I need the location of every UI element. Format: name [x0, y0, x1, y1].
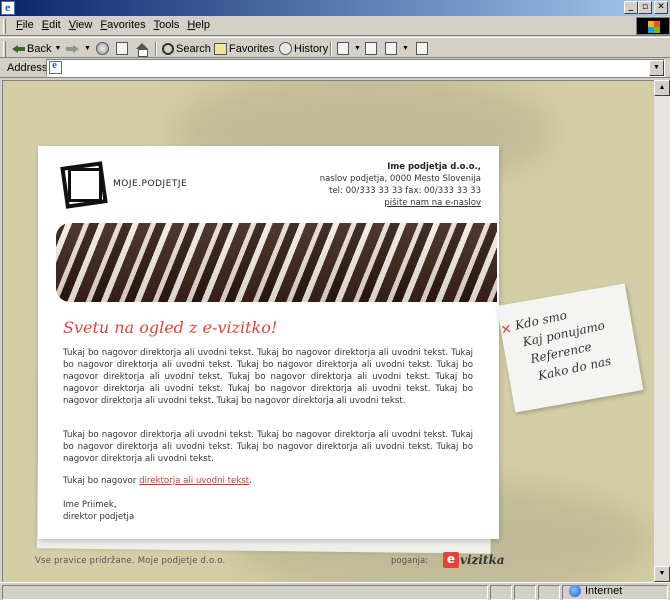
close-button[interactable]: ✕ [654, 1, 668, 14]
para-text: Tukaj bo nagovor [63, 476, 140, 486]
menu-view[interactable]: View [67, 19, 99, 32]
minimize-button[interactable]: _ [624, 1, 638, 14]
toolbar-separator [330, 41, 332, 56]
company-address: naslov podjetja, 0000 Mesto Slovenija [319, 174, 481, 184]
toolbar-grip[interactable] [3, 41, 6, 57]
forward-button[interactable]: ▼ [66, 40, 91, 57]
menu-help[interactable]: Help [185, 19, 216, 32]
refresh-icon [116, 42, 128, 55]
menu-bar: File Edit View Favorites Tools Help [0, 16, 670, 36]
web-page: MOJE.PODJETJE Ime podjetja d.o.o., naslo… [2, 80, 654, 582]
address-bar: Address ▼ [0, 58, 670, 78]
back-button[interactable]: Back ▼ [12, 40, 61, 57]
back-dropdown-icon[interactable]: ▼ [54, 45, 61, 52]
email-link[interactable]: pišite nam na e-naslov [320, 197, 481, 209]
address-dropdown-icon[interactable]: ▼ [649, 60, 664, 76]
menu-edit[interactable]: Edit [40, 19, 67, 32]
company-phones: tel: 00/333 33 33 fax: 00/333 33 33 [329, 186, 481, 196]
page-icon [49, 59, 62, 74]
status-bar: Internet [0, 582, 670, 600]
edit-button[interactable]: ▼ [385, 40, 409, 57]
zone-label: Internet [585, 585, 623, 597]
search-icon [162, 42, 174, 55]
toolbar-separator [155, 41, 157, 56]
evizitka-logo[interactable]: e vizitka [443, 551, 505, 569]
status-panel [514, 585, 536, 600]
intro-paragraph: Tukaj bo nagovor direktorja ali uvodni t… [63, 430, 473, 464]
forward-dropdown-icon[interactable]: ▼ [84, 45, 91, 52]
evizitka-e-icon: e [443, 552, 459, 568]
para-text: . [249, 476, 252, 486]
scroll-down-icon[interactable]: ▼ [654, 566, 670, 582]
signature: Ime Priimek, direktor podjetja [63, 499, 134, 523]
menu-grip[interactable] [3, 19, 6, 34]
nav-note: ✕ Kdo smo Kaj ponujamo Reference Kako do… [496, 283, 644, 413]
discuss-button[interactable] [416, 40, 430, 57]
print-button[interactable] [365, 40, 379, 57]
powered-by-label: poganja: [391, 556, 429, 566]
stop-button[interactable] [96, 40, 111, 57]
status-panel [490, 585, 512, 600]
close-x-icon: ✕ [499, 321, 514, 339]
mail-button[interactable]: ▼ [337, 40, 361, 57]
history-button[interactable]: History [279, 40, 328, 57]
mail-icon [337, 42, 349, 55]
intro-paragraph: Tukaj bo nagovor direktorja ali uvodni t… [63, 475, 473, 487]
stop-icon [96, 42, 109, 55]
back-arrow-icon [12, 44, 25, 54]
search-button[interactable]: Search [162, 40, 211, 57]
menu-file[interactable]: File [14, 19, 40, 32]
contact-block: Ime podjetja d.o.o., naslov podjetja, 00… [320, 161, 481, 209]
intro-paragraph: Tukaj bo nagovor direktorja ali uvodni t… [63, 348, 473, 406]
company-name: Ime podjetja d.o.o., [387, 162, 481, 172]
logo-text[interactable]: MOJE.PODJETJE [113, 179, 187, 189]
page-title: Svetu na ogled z e-vizitko! [63, 318, 278, 337]
ie-icon[interactable] [1, 0, 15, 15]
signature-name: Ime Priimek, [63, 500, 117, 510]
history-label: History [294, 42, 329, 55]
globe-icon [569, 585, 581, 597]
status-panel [538, 585, 560, 600]
favorites-icon [214, 42, 227, 55]
logo-icon[interactable] [60, 160, 104, 204]
print-icon [365, 42, 377, 55]
business-card: MOJE.PODJETJE Ime podjetja d.o.o., naslo… [38, 146, 499, 539]
title-bar: _ ▫ ✕ [0, 0, 670, 16]
home-icon [136, 42, 149, 57]
standard-toolbar: Back ▼ ▼ Search Favorites History ▼ ▼ [0, 37, 670, 58]
copyright: Vse pravice pridržane. Moje podjetje d.o… [35, 556, 226, 566]
mail-dropdown-icon[interactable]: ▼ [354, 45, 361, 52]
intro-link[interactable]: direktorja ali uvodni tekst [139, 476, 249, 486]
refresh-button[interactable] [116, 40, 130, 57]
vertical-scrollbar[interactable]: ▲ ▼ [654, 80, 670, 582]
favorites-button[interactable]: Favorites [214, 40, 274, 57]
signature-title: direktor podjetja [63, 512, 135, 522]
home-button[interactable] [136, 40, 151, 57]
discuss-icon [416, 42, 428, 55]
menu-tools[interactable]: Tools [152, 19, 186, 32]
history-icon [279, 42, 292, 55]
maximize-button[interactable]: ▫ [638, 1, 652, 14]
status-text-panel [2, 585, 488, 600]
edit-dropdown-icon[interactable]: ▼ [402, 45, 409, 52]
favorites-label: Favorites [229, 42, 275, 55]
menu-favorites[interactable]: Favorites [98, 19, 151, 32]
address-label: Address [7, 62, 48, 74]
evizitka-text: vizitka [460, 553, 505, 567]
word-icon [385, 42, 397, 55]
windows-logo-icon [636, 17, 670, 35]
security-zone: Internet [569, 585, 622, 597]
zebra-banner [56, 223, 497, 302]
scroll-up-icon[interactable]: ▲ [654, 80, 670, 96]
forward-arrow-icon [66, 44, 79, 54]
address-input[interactable]: ▼ [46, 59, 665, 77]
window-controls: _ ▫ ✕ [624, 1, 668, 14]
search-label: Search [176, 42, 211, 55]
back-label: Back [27, 42, 52, 55]
